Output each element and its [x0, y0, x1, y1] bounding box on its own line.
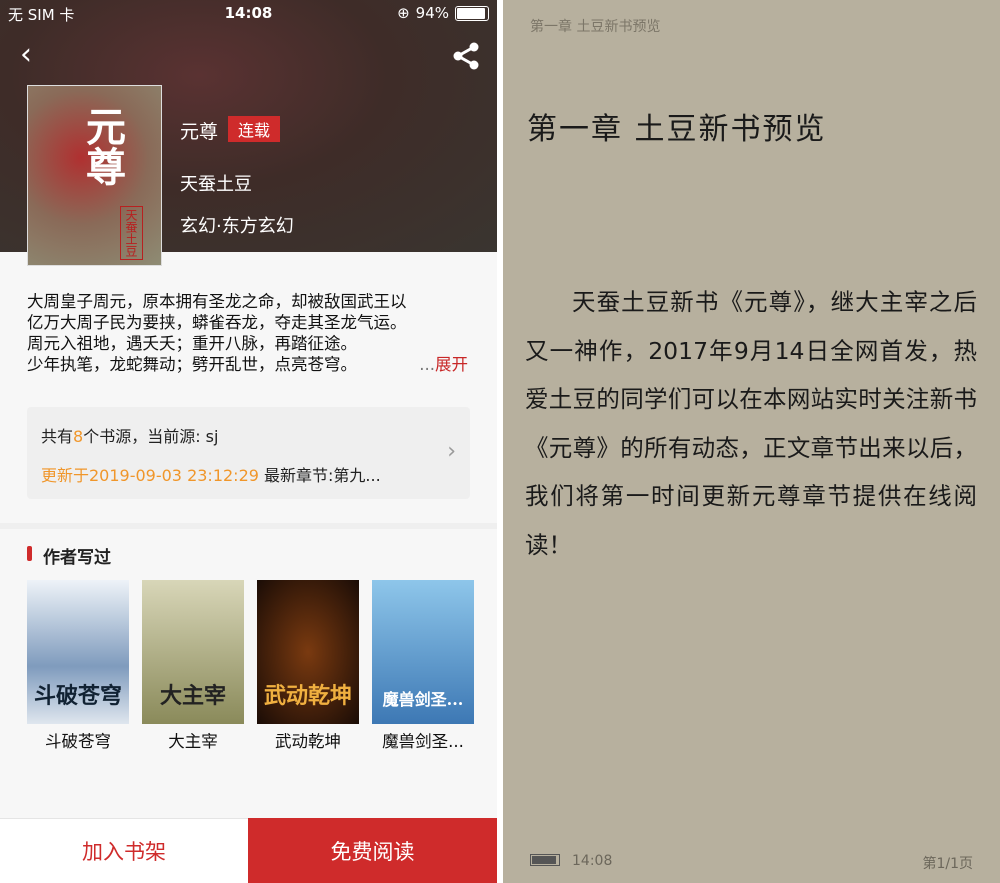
expand-link[interactable]: ...展开: [419, 354, 468, 375]
rotation-lock-icon: ⊕: [397, 4, 410, 22]
chapter-header: 第一章 土豆新书预览: [530, 19, 661, 35]
book-cover: 大主宰: [142, 580, 244, 724]
divider: [0, 523, 497, 529]
book-item[interactable]: 武动乾坤 武动乾坤: [257, 580, 359, 752]
battery-percent: 94%: [415, 4, 449, 22]
battery-icon: [530, 854, 560, 866]
add-to-shelf-button[interactable]: 加入书架: [0, 818, 248, 883]
book-cover: 魔兽剑圣...: [372, 580, 474, 724]
free-read-button[interactable]: 免费阅读: [248, 818, 497, 883]
back-button[interactable]: ‹: [20, 40, 44, 70]
reader-screen[interactable]: 第一章 土豆新书预览 第一章 土豆新书预览 天蚕土豆新书《元尊》，继大主宰之后又…: [503, 0, 1000, 883]
chapter-title: 第一章 土豆新书预览: [527, 112, 827, 147]
book-item[interactable]: 斗破苍穹 斗破苍穹: [27, 580, 129, 752]
section-title: 作者写过: [27, 543, 111, 568]
status-badge: 连载: [228, 116, 281, 142]
battery-icon: [455, 5, 489, 21]
book-item[interactable]: 魔兽剑圣... 魔兽剑圣...: [372, 580, 474, 752]
page-indicator: 第1/1页: [922, 856, 973, 872]
book-description: 大周皇子周元，原本拥有圣龙之命，却被敌国武王以 亿万大周子民为要挟，蟒雀吞龙，夺走…: [27, 292, 468, 375]
chapter-body: 天蚕土豆新书《元尊》，继大主宰之后又一神作，2017年9月14日全网首发，热爱土…: [525, 288, 977, 559]
book-cover: 元尊 天蚕土豆: [27, 85, 162, 266]
update-time: 更新于2019-09-03 23:12:29: [41, 466, 259, 485]
book-genre: 玄幻·东方玄幻: [180, 216, 294, 237]
author-books: 斗破苍穹 斗破苍穹 大主宰 大主宰 武动乾坤 武动乾坤 魔兽剑圣... 魔兽剑圣...: [27, 580, 474, 752]
book-cover: 武动乾坤: [257, 580, 359, 724]
latest-chapter: 最新章节:第九...: [258, 466, 381, 485]
book-item[interactable]: 大主宰 大主宰: [142, 580, 244, 752]
book-cover: 斗破苍穹: [27, 580, 129, 724]
share-icon[interactable]: [452, 42, 480, 70]
source-selector[interactable]: 共有8个书源，当前源: sj 更新于2019-09-03 23:12:29 最新…: [27, 407, 470, 499]
book-detail-screen: 无 SIM 卡 14:08 ⊕ 94% ‹ 元尊 连载 天蚕土豆 玄幻·东方玄幻 元…: [0, 0, 497, 883]
book-author[interactable]: 天蚕土豆: [180, 170, 252, 196]
reader-footer: 14:08 第1/1页: [530, 853, 973, 872]
status-bar: 无 SIM 卡 14:08 ⊕ 94%: [8, 4, 489, 26]
book-title: 元尊: [180, 121, 219, 143]
chevron-right-icon: ›: [447, 439, 456, 464]
reader-time: 14:08: [572, 853, 613, 869]
